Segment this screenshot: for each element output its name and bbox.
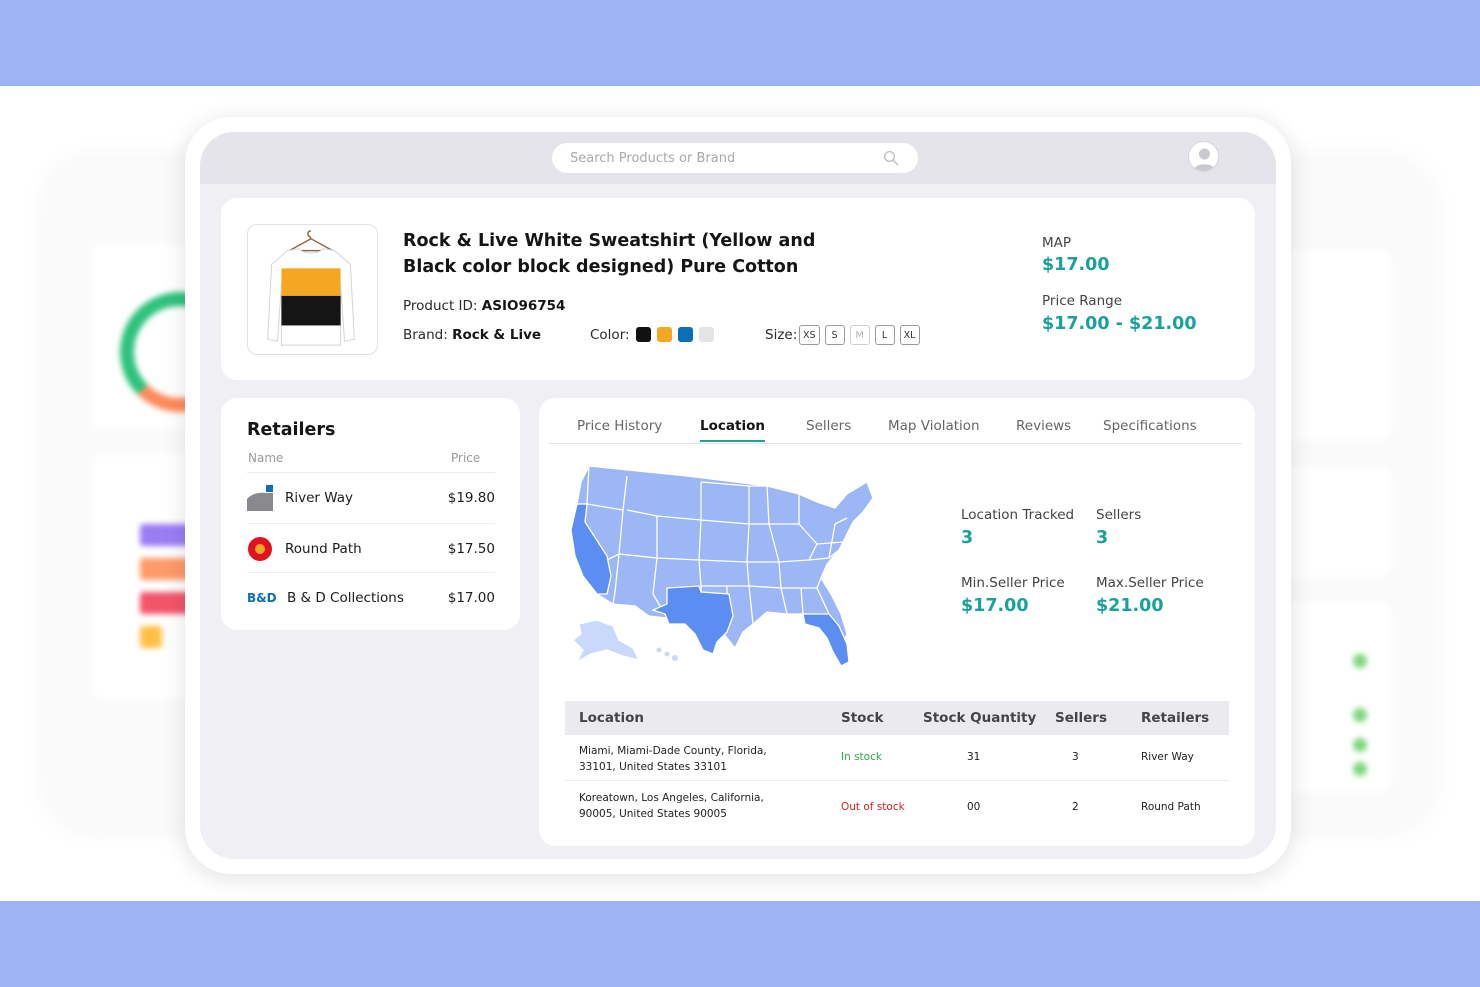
color-swatch[interactable] — [636, 327, 651, 342]
table-row[interactable]: Miami, Miami-Dade County, Florida, 33101… — [565, 735, 1229, 781]
retailer-name: B & D Collections — [287, 589, 404, 606]
max-seller-price-value: $21.00 — [1096, 596, 1164, 616]
product-card: Rock & Live White Sweatshirt (Yellow and… — [221, 198, 1255, 380]
product-id-value: ASIO96754 — [481, 298, 566, 314]
river-way-logo-icon — [247, 484, 273, 511]
color-swatches — [636, 327, 714, 342]
min-seller-price-label: Min.Seller Price — [961, 575, 1065, 591]
retailer-name: Round Path — [285, 540, 362, 557]
cell-sellers: 2 — [1072, 801, 1079, 813]
size-label: Size: — [765, 327, 798, 343]
user-avatar-icon[interactable] — [1188, 141, 1219, 172]
cell-stock: In stock — [841, 751, 882, 763]
product-id-label: Product ID: — [403, 298, 478, 314]
tab-reviews[interactable]: Reviews — [1016, 418, 1071, 440]
size-option[interactable]: XS — [799, 325, 820, 345]
tab-sellers[interactable]: Sellers — [806, 418, 851, 440]
color-swatch[interactable] — [657, 327, 672, 342]
sellers-count-value: 3 — [1096, 528, 1109, 548]
retailer-row[interactable]: Round Path $17.50 — [247, 523, 495, 573]
us-map — [570, 465, 874, 667]
cell-stock: Out of stock — [841, 801, 905, 813]
map-value: $17.00 — [1042, 255, 1110, 275]
retailers-card: Retailers Name Price River Way $19.80 Ro… — [221, 398, 520, 630]
retailers-col-name: Name — [248, 451, 284, 465]
search-input[interactable] — [570, 150, 882, 166]
table-header: Location Stock Stock Quantity Sellers Re… — [565, 701, 1229, 735]
color-label: Color: — [590, 327, 630, 343]
cell-location: Koreatown, Los Angeles, California, 9000… — [579, 792, 764, 820]
col-stock: Stock — [841, 710, 884, 726]
detail-tabs: Price History Location Sellers Map Viola… — [549, 418, 1242, 444]
search-bar[interactable] — [552, 143, 918, 173]
location-table: Location Stock Stock Quantity Sellers Re… — [565, 701, 1229, 829]
location-tracked-label: Location Tracked — [961, 507, 1075, 523]
brand-value: Rock & Live — [452, 327, 542, 343]
retailer-price: $17.00 — [447, 589, 495, 606]
retailers-title: Retailers — [247, 420, 336, 440]
round-path-logo-icon — [247, 536, 273, 562]
bd-logo-text: B&D — [247, 590, 277, 605]
retailer-row[interactable]: River Way $19.80 — [247, 472, 495, 522]
cell-retailer: River Way — [1141, 751, 1194, 763]
size-option: M — [849, 325, 870, 345]
color-swatch[interactable] — [678, 327, 693, 342]
color-swatch[interactable] — [699, 327, 714, 342]
brand-label: Brand: — [403, 327, 448, 343]
size-option[interactable]: L — [874, 325, 895, 345]
retailer-price: $17.50 — [447, 540, 495, 557]
cell-sellers: 3 — [1072, 751, 1079, 763]
retailers-col-price: Price — [451, 451, 481, 465]
product-title: Rock & Live White Sweatshirt (Yellow and… — [403, 231, 816, 277]
retailer-row[interactable]: B&D B & D Collections $17.00 — [247, 572, 495, 622]
sellers-count-label: Sellers — [1096, 507, 1142, 523]
sweatshirt-image — [267, 230, 355, 346]
cell-retailer: Round Path — [1141, 801, 1201, 813]
price-range-label: Price Range — [1042, 293, 1123, 309]
col-location: Location — [579, 710, 644, 726]
search-icon[interactable] — [882, 149, 900, 167]
tab-map-violation[interactable]: Map Violation — [888, 418, 980, 440]
product-id: Product ID: ASIO96754 — [403, 298, 565, 314]
col-sellers: Sellers — [1055, 710, 1107, 726]
table-row[interactable]: Koreatown, Los Angeles, California, 9000… — [565, 781, 1229, 829]
cell-quantity: 00 — [967, 801, 981, 813]
size-option[interactable]: XL — [899, 325, 920, 345]
cell-quantity: 31 — [967, 751, 981, 763]
map-label: MAP — [1042, 235, 1072, 251]
tab-specifications[interactable]: Specifications — [1103, 418, 1197, 440]
retailer-price: $19.80 — [447, 489, 495, 506]
col-retailers: Retailers — [1141, 710, 1210, 726]
min-seller-price-value: $17.00 — [961, 596, 1029, 616]
size-options: XS S M L XL — [799, 325, 920, 345]
max-seller-price-label: Max.Seller Price — [1096, 575, 1204, 591]
location-tracked-value: 3 — [961, 528, 974, 548]
bd-logo-icon: B&D — [247, 585, 277, 611]
app-screen: Rock & Live White Sweatshirt (Yellow and… — [200, 132, 1276, 859]
tab-location[interactable]: Location — [700, 418, 765, 442]
top-bar — [200, 132, 1276, 184]
tab-price-history[interactable]: Price History — [577, 418, 662, 440]
tablet-frame: Rock & Live White Sweatshirt (Yellow and… — [185, 117, 1291, 874]
product-image — [247, 224, 378, 355]
col-stock-quantity: Stock Quantity — [923, 710, 1037, 726]
size-option[interactable]: S — [824, 325, 845, 345]
location-card: Price History Location Sellers Map Viola… — [539, 398, 1255, 846]
retailer-name: River Way — [285, 489, 354, 506]
cell-location: Miami, Miami-Dade County, Florida, 33101… — [579, 745, 767, 773]
product-brand: Brand: Rock & Live — [403, 327, 541, 343]
price-range-value: $17.00 - $21.00 — [1042, 314, 1197, 334]
